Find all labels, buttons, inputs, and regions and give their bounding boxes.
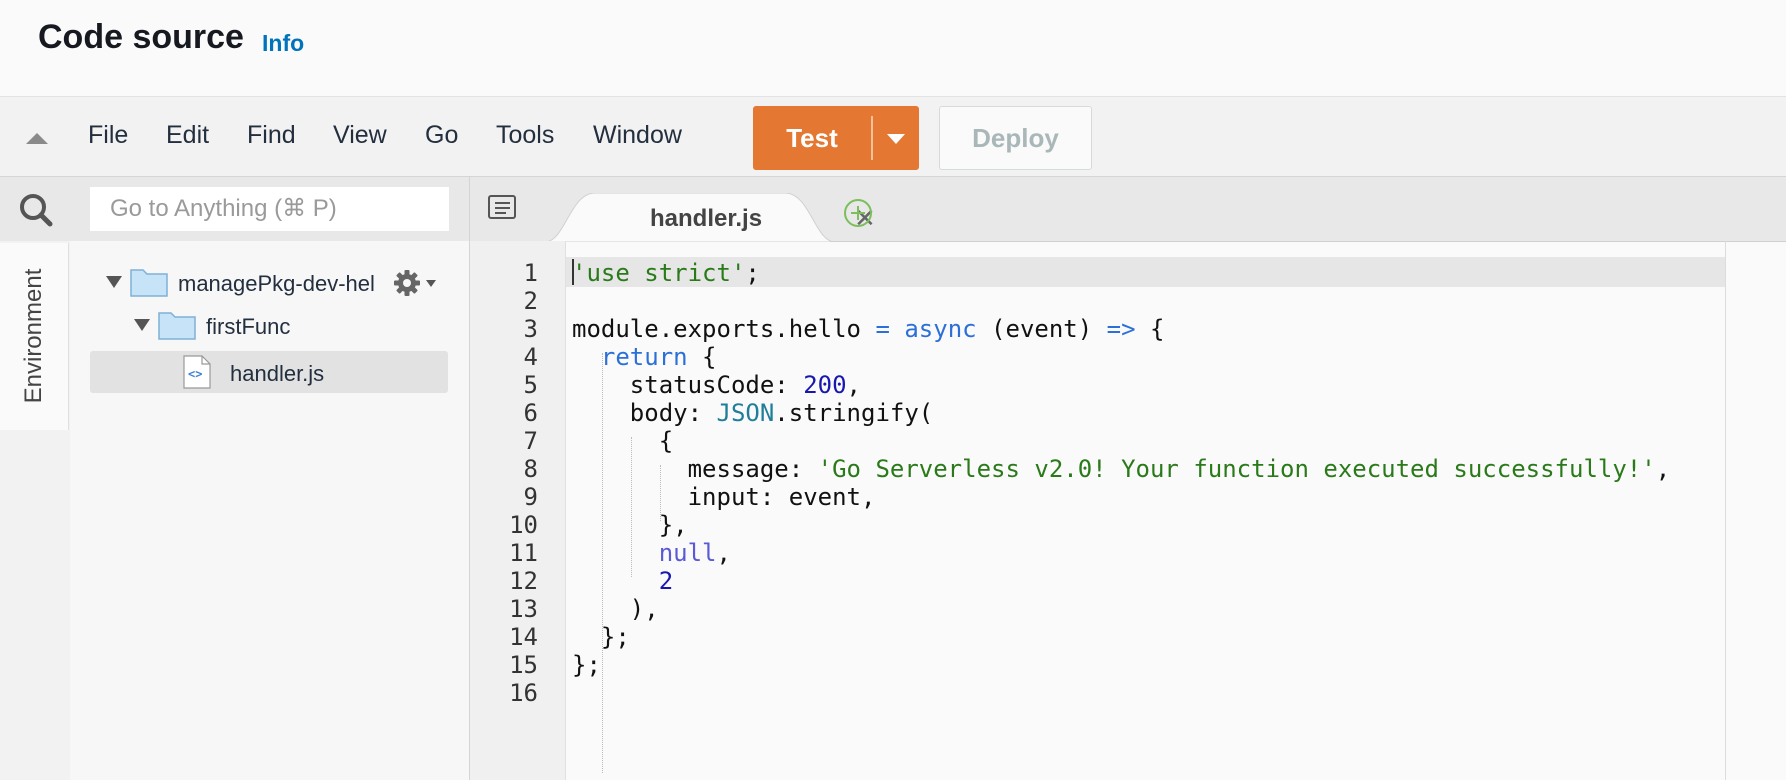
code-line: null, xyxy=(658,539,731,567)
page-title: Code source xyxy=(38,18,244,56)
code-line: ), xyxy=(572,595,659,623)
print-margin xyxy=(1725,241,1726,780)
test-dropdown-icon[interactable] xyxy=(887,134,905,144)
editor-tab-bar: handler.js ✕ xyxy=(470,177,1786,242)
code-line: 2 xyxy=(658,567,674,595)
svg-text:<>: <> xyxy=(188,367,202,381)
line-number: 2 xyxy=(523,287,538,315)
line-number: 14 xyxy=(509,623,538,651)
line-number: 3 xyxy=(523,315,538,343)
file-sidebar: managePkg-dev-hel firstFunc <> handler. xyxy=(70,177,470,780)
line-number: 13 xyxy=(509,595,538,623)
line-number: 12 xyxy=(509,567,538,595)
page-header: Code source Info xyxy=(0,0,1786,97)
code-line: statusCode: 200, xyxy=(572,371,861,399)
ide-toolbar: File Edit Find View Go Tools Window Test… xyxy=(0,97,1786,177)
test-button[interactable]: Test xyxy=(753,106,919,170)
menu-edit[interactable]: Edit xyxy=(166,121,209,150)
expand-triangle-icon[interactable] xyxy=(134,319,150,331)
add-tab-icon[interactable] xyxy=(842,197,874,229)
goto-anything-input[interactable] xyxy=(90,187,449,231)
environment-tab[interactable]: Environment xyxy=(0,243,69,430)
line-number: 11 xyxy=(509,539,538,567)
line-number: 9 xyxy=(523,483,538,511)
code-editor: handler.js ✕ 1 2 3 4 5 6 7 8 9 10 11 12 … xyxy=(470,177,1786,780)
line-number: 5 xyxy=(523,371,538,399)
search-strip[interactable] xyxy=(0,177,70,241)
info-link[interactable]: Info xyxy=(262,30,304,57)
tree-label-file: handler.js xyxy=(230,361,325,386)
menu-window[interactable]: Window xyxy=(593,121,682,150)
line-number: 7 xyxy=(523,427,538,455)
line-number: 10 xyxy=(509,511,538,539)
gear-icon[interactable] xyxy=(392,268,422,298)
gear-caret-icon[interactable] xyxy=(426,280,436,287)
deploy-button[interactable]: Deploy xyxy=(939,106,1092,170)
code-line: module.exports.hello = async (event) => … xyxy=(572,315,1165,343)
tab-label: handler.js xyxy=(650,205,763,232)
menu-file[interactable]: File xyxy=(88,121,128,150)
line-number: 15 xyxy=(509,651,538,679)
menu-tools[interactable]: Tools xyxy=(496,121,554,150)
line-number: 4 xyxy=(523,343,538,371)
line-number: 8 xyxy=(523,455,538,483)
code-line: 'use strict'; xyxy=(572,259,760,287)
environment-tab-label: Environment xyxy=(20,268,47,404)
expand-triangle-icon[interactable] xyxy=(106,276,122,288)
line-number: 16 xyxy=(509,679,538,707)
code-line: }; xyxy=(572,651,601,679)
tree-row-root[interactable]: managePkg-dev-hel xyxy=(70,261,469,303)
tree-row-folder[interactable]: firstFunc xyxy=(70,304,469,346)
tree-label-folder: firstFunc xyxy=(206,314,291,339)
code-line: message: 'Go Serverless v2.0! Your funct… xyxy=(572,455,1671,483)
js-file-icon: <> xyxy=(183,355,211,389)
folder-icon xyxy=(130,269,168,297)
tab-handler-js[interactable]: handler.js ✕ xyxy=(545,193,876,242)
tab-list-icon[interactable] xyxy=(488,195,518,221)
menu-view[interactable]: View xyxy=(333,121,387,150)
tree-label-root: managePkg-dev-hel xyxy=(178,271,375,296)
text-cursor xyxy=(572,259,574,285)
tree-row-file[interactable]: <> handler.js xyxy=(90,351,448,393)
code-line: }; xyxy=(572,623,630,651)
menu-find[interactable]: Find xyxy=(247,121,296,150)
code-line: { xyxy=(572,427,674,455)
code-line: return { xyxy=(600,343,717,371)
code-line: body: JSON.stringify( xyxy=(572,399,934,427)
test-button-divider xyxy=(871,116,873,160)
line-number: 6 xyxy=(523,399,538,427)
search-icon xyxy=(20,194,53,227)
folder-icon xyxy=(158,312,196,340)
menu-go[interactable]: Go xyxy=(425,121,458,150)
code-content[interactable]: 'use strict'; module.exports.hello = asy… xyxy=(572,241,1722,780)
code-line: input: event, xyxy=(572,483,876,511)
collapse-up-icon[interactable] xyxy=(26,133,48,144)
test-button-label: Test xyxy=(786,123,838,153)
code-line: }, xyxy=(572,511,688,539)
goto-bar xyxy=(70,177,469,241)
line-number: 1 xyxy=(523,259,538,287)
